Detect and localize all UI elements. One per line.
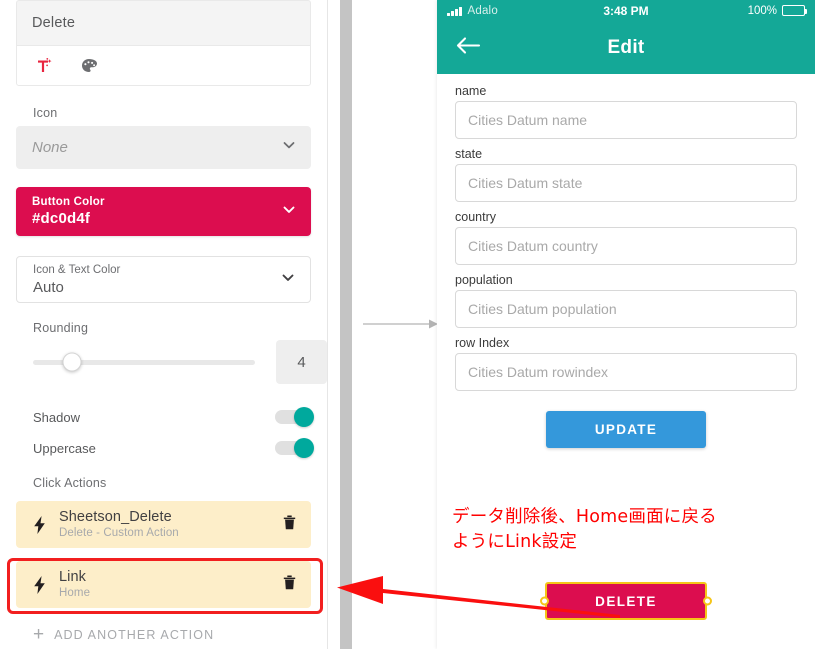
resize-handle-right[interactable] (703, 596, 712, 606)
uppercase-toggle[interactable] (275, 438, 314, 458)
form-field-name: name Cities Datum name (455, 82, 797, 139)
icon-text-color-title: Icon & Text Color (33, 263, 121, 276)
icon-section-label: Icon (33, 106, 58, 120)
plus-icon: + (33, 624, 45, 645)
trash-icon[interactable] (282, 514, 297, 536)
rounding-slider-track[interactable] (33, 352, 255, 372)
delete-button[interactable]: DELETE (545, 582, 707, 620)
icon-select-dropdown[interactable]: None (16, 126, 311, 169)
chevron-down-icon (280, 269, 296, 290)
status-bar-left: Adalo (447, 5, 498, 17)
shadow-label: Shadow (33, 409, 80, 425)
shadow-toggle[interactable] (275, 407, 314, 427)
click-action-title: Sheetson_Delete (59, 509, 172, 525)
uppercase-toggle-row: Uppercase (33, 437, 314, 459)
arrow-left-icon[interactable] (455, 35, 481, 60)
button-label-field[interactable]: Delete (16, 0, 311, 45)
page-title: Edit (607, 36, 645, 58)
status-bar-right: 100% (747, 4, 807, 17)
click-action-texts: Sheetson_Delete Delete - Custom Action (59, 509, 179, 540)
lightning-bolt-icon (28, 515, 50, 535)
add-another-action-button[interactable]: + ADD ANOTHER ACTION (33, 624, 215, 645)
uppercase-label: Uppercase (33, 440, 96, 456)
form-field-population: population Cities Datum population (455, 271, 797, 328)
click-actions-label: Click Actions (33, 476, 107, 490)
state-input[interactable]: Cities Datum state (455, 164, 797, 202)
text-style-icon[interactable] (32, 54, 58, 78)
click-action-title: Link (59, 569, 86, 585)
annotation-text: データ削除後、Home画面に戻る ようにLink設定 (452, 507, 717, 552)
form-field-rowindex: row Index Cities Datum rowindex (455, 334, 797, 391)
lightning-bolt-icon (28, 575, 50, 595)
battery-icon (782, 5, 807, 16)
form-field-state: state Cities Datum state (455, 145, 797, 202)
click-action-item-sheetson-delete[interactable]: Sheetson_Delete Delete - Custom Action (16, 501, 311, 548)
edit-form: name Cities Datum name state Cities Datu… (437, 74, 815, 448)
text-style-toolbar (16, 45, 311, 86)
icon-text-color-dropdown[interactable]: Icon & Text Color Auto (16, 256, 311, 303)
field-label: state (455, 147, 483, 161)
country-input[interactable]: Cities Datum country (455, 227, 797, 265)
toggle-knob (294, 438, 314, 458)
rowindex-input[interactable]: Cities Datum rowindex (455, 353, 797, 391)
field-label: row Index (455, 336, 510, 350)
field-label: country (455, 210, 496, 224)
rounding-slider-knob[interactable] (62, 352, 82, 372)
button-color-dropdown[interactable]: Button Color #dc0d4f (16, 187, 311, 236)
rounding-label: Rounding (33, 321, 89, 335)
carrier-name: Adalo (467, 4, 498, 17)
icon-select-value: None (32, 139, 68, 156)
click-action-subtitle: Home (59, 587, 91, 599)
click-action-texts: Link Home (59, 569, 90, 600)
resize-handle-left[interactable] (540, 596, 549, 606)
population-input[interactable]: Cities Datum population (455, 290, 797, 328)
phone-nav-bar: Edit (437, 21, 815, 74)
delete-button-selection: DELETE (540, 582, 712, 620)
button-color-title: Button Color (32, 196, 105, 208)
click-action-subtitle: Delete - Custom Action (59, 527, 179, 539)
rounding-value: 4 (297, 353, 306, 371)
shadow-toggle-row: Shadow (33, 406, 314, 428)
battery-percent: 100% (747, 4, 777, 17)
form-field-country: country Cities Datum country (455, 208, 797, 265)
chevron-down-icon (281, 201, 297, 222)
field-label: name (455, 84, 487, 98)
trash-icon[interactable] (282, 574, 297, 596)
canvas-measure-arrow (363, 319, 438, 329)
signal-strength-icon (447, 6, 462, 16)
name-input[interactable]: Cities Datum name (455, 101, 797, 139)
add-another-action-label: ADD ANOTHER ACTION (54, 628, 215, 642)
rounding-value-box[interactable]: 4 (276, 340, 327, 384)
icon-text-color-value: Auto (33, 278, 64, 296)
rounding-slider[interactable] (33, 352, 255, 372)
toggle-knob (294, 407, 314, 427)
palette-icon[interactable] (76, 54, 102, 78)
app-root: Delete Icon None Button Color #dc0d4f Ic… (0, 0, 815, 649)
click-action-item-link[interactable]: Link Home (16, 561, 311, 608)
phone-status-bar: Adalo 3:48 PM 100% (437, 0, 815, 21)
panel-scrollbar[interactable] (340, 0, 352, 649)
update-button[interactable]: UPDATE (546, 411, 706, 448)
chevron-down-icon (281, 137, 297, 158)
button-label-value: Delete (32, 15, 76, 31)
field-label: population (455, 273, 513, 287)
component-settings-panel: Delete Icon None Button Color #dc0d4f Ic… (0, 0, 328, 649)
button-color-value: #dc0d4f (32, 210, 91, 227)
